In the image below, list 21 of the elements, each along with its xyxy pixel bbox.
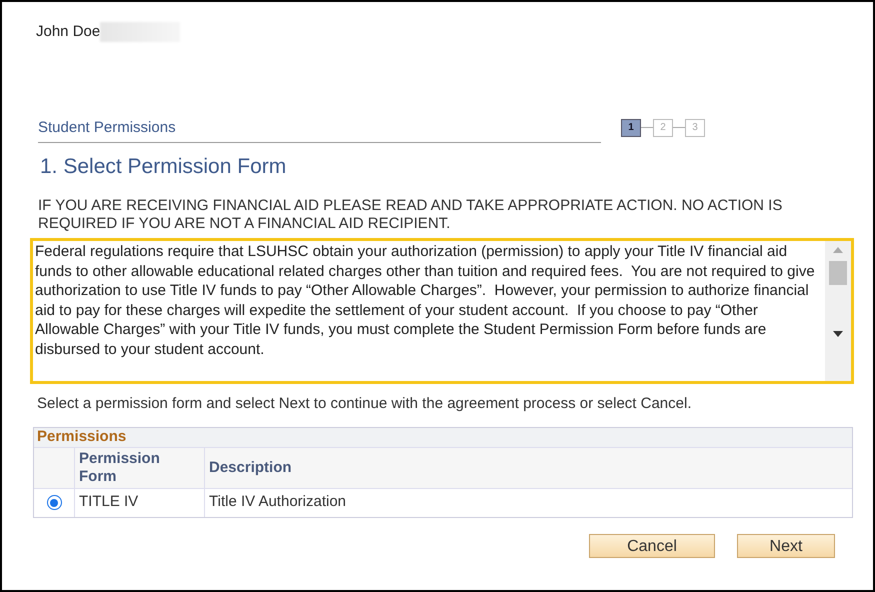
column-header: Permission Form bbox=[79, 450, 160, 484]
table-cell-text: Title IV Authorization bbox=[209, 492, 346, 512]
user-name: John Doe bbox=[36, 22, 100, 42]
agreement-text: Federal regulations require that LSUHSC obtain your authorization (permission) to apply your Title IV financial aid funds to other allowable educational related charges other than tuition and required fees. You are not required to give authorization to use Title IV funds to pay “Other Allowable Charges”. However, your permission to authorize financial aid to pay for these charges will expedite the settlement of your student account. If you choose to pay “Other Allowable Charges” with your Title IV funds, you must complete the Student Permission Form before funds are disbursed to your student account. bbox=[34, 242, 816, 360]
notice-text: IF YOU ARE RECEIVING FINANCIAL AID PLEASE READ AND TAKE APPROPRIATE ACTION. NO ACTION IS REQUIRED IF YOU ARE NOT A FINANCIAL AID RECIPIENT. bbox=[38, 197, 784, 233]
page-heading: 1. Select Permission Form bbox=[40, 154, 288, 180]
agreement-textarea[interactable] bbox=[30, 238, 854, 384]
table-cell-text: TITLE IV bbox=[79, 492, 138, 512]
scroll-thumb[interactable] bbox=[829, 261, 847, 285]
step-indicator: 2 bbox=[653, 118, 673, 136]
section-title: Student Permissions bbox=[38, 118, 176, 136]
step-indicator: 1 bbox=[621, 118, 641, 136]
instruction-text: Select a permission form and select Next to continue with the agreement process or select Cancel. bbox=[37, 394, 692, 414]
step-indicator: 3 bbox=[685, 118, 705, 136]
cancel-button[interactable]: Cancel bbox=[589, 534, 715, 558]
next-button[interactable]: Next bbox=[737, 534, 835, 558]
scrollbar[interactable] bbox=[825, 241, 851, 381]
scroll-down-icon[interactable] bbox=[833, 331, 843, 337]
column-header: Description bbox=[209, 458, 292, 476]
radio-button[interactable] bbox=[46, 495, 62, 510]
table-title: Permissions bbox=[37, 426, 126, 447]
